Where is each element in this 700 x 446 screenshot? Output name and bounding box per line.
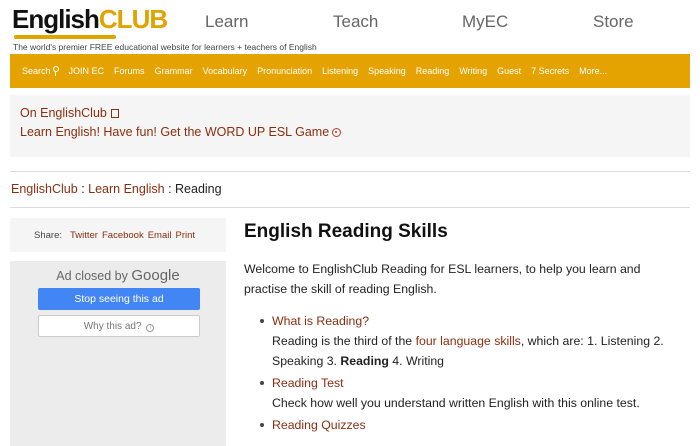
promo-on-englishclub-label[interactable]: On EnglishClub: [20, 106, 107, 120]
menu-item-pronunciation[interactable]: Pronunciation: [257, 66, 312, 76]
logo-club-text[interactable]: CLUB: [99, 4, 168, 34]
menu-item-forums[interactable]: Forums: [114, 66, 145, 76]
external-box-icon: [110, 109, 119, 118]
target-icon: [332, 128, 342, 137]
breadcrumb-current: Reading: [175, 182, 222, 196]
breadcrumb: EnglishClub : Learn English : Reading: [11, 182, 222, 196]
breadcrumb-learn-english[interactable]: Learn English: [88, 182, 164, 196]
tagline: The world's premier FREE educational web…: [13, 42, 317, 52]
reading-quizzes-link[interactable]: Reading Quizzes: [272, 415, 688, 435]
menu-item-search-label[interactable]: Search: [22, 66, 51, 76]
search-icon[interactable]: [52, 66, 59, 76]
description-bold-text: Reading: [340, 354, 389, 368]
info-icon[interactable]: i: [146, 324, 155, 332]
google-wordmark: Google: [131, 267, 180, 284]
stop-seeing-ad-button[interactable]: Stop seeing this ad: [38, 288, 200, 310]
description-text: 4. Writing: [388, 354, 445, 368]
menu-item-reading[interactable]: Reading: [416, 66, 450, 76]
share-label: Share:: [34, 229, 62, 241]
ad-closed-message: Ad closed by Google: [10, 267, 226, 284]
reading-test-link[interactable]: Reading Test: [272, 373, 688, 393]
promo-on-englishclub[interactable]: On EnglishClub: [20, 106, 119, 120]
englishclub-logo[interactable]: EnglishCLUB: [12, 4, 168, 35]
why-this-ad-label[interactable]: Why this ad?: [84, 321, 142, 332]
menu-item-speaking[interactable]: Speaking: [368, 66, 406, 76]
breadcrumb-separator: :: [77, 182, 89, 196]
description-text: Reading is the third of the: [272, 334, 416, 348]
menu-item-grammar[interactable]: Grammar: [155, 66, 193, 76]
share-bar: Share: Twitter Facebook Email Print: [10, 218, 226, 252]
list-item-description: Check how well you understand written En…: [272, 396, 640, 410]
breadcrumb-separator: :: [164, 182, 176, 196]
share-facebook-link[interactable]: Facebook: [102, 230, 144, 241]
menu-item-more[interactable]: More...: [579, 66, 607, 76]
menu-item-search[interactable]: Search: [22, 66, 59, 76]
content-list: What is Reading? Reading is the third of…: [258, 311, 688, 437]
topnav-myec[interactable]: MyEC: [462, 12, 508, 32]
menu-item-vocabulary[interactable]: Vocabulary: [203, 66, 248, 76]
list-item: What is Reading? Reading is the third of…: [258, 311, 688, 371]
page-title: English Reading Skills: [244, 221, 448, 242]
logo-english-text[interactable]: English: [12, 4, 100, 34]
site-header: EnglishCLUB The world's premier FREE edu…: [0, 0, 700, 54]
share-email-link[interactable]: Email: [148, 230, 172, 241]
logo-underline: [14, 35, 116, 39]
ad-closed-text: Ad closed by: [56, 269, 128, 283]
share-print-link[interactable]: Print: [175, 230, 195, 241]
intro-paragraph: Welcome to EnglishClub Reading for ESL l…: [244, 262, 641, 296]
why-this-ad-button[interactable]: Why this ad? i: [38, 315, 200, 337]
divider: [10, 207, 690, 208]
main-menu-bar: Search JOIN EC Forums Grammar Vocabulary…: [10, 54, 690, 88]
menu-item-guest[interactable]: Guest: [497, 66, 521, 76]
divider: [10, 171, 690, 172]
ad-closed-panel: Ad closed by Google Stop seeing this ad …: [10, 261, 226, 446]
topnav-store[interactable]: Store: [593, 12, 634, 32]
promo-word-up-label[interactable]: Learn English! Have fun! Get the WORD UP…: [20, 125, 329, 139]
list-item: Reading Quizzes: [258, 415, 688, 435]
menu-item-join-ec[interactable]: JOIN EC: [69, 66, 105, 76]
menu-item-7-secrets[interactable]: 7 Secrets: [531, 66, 569, 76]
topnav-learn[interactable]: Learn: [205, 12, 248, 32]
list-item-description: Reading is the third of the four languag…: [272, 331, 688, 371]
promo-word-up-game[interactable]: Learn English! Have fun! Get the WORD UP…: [20, 125, 342, 139]
promo-box: On EnglishClub Learn English! Have fun! …: [10, 95, 690, 157]
four-language-skills-link[interactable]: four language skills: [416, 334, 521, 348]
breadcrumb-home[interactable]: EnglishClub: [11, 182, 78, 196]
menu-item-writing[interactable]: Writing: [459, 66, 487, 76]
topnav-teach[interactable]: Teach: [333, 12, 378, 32]
share-twitter-link[interactable]: Twitter: [70, 230, 98, 241]
what-is-reading-link[interactable]: What is Reading?: [272, 311, 688, 331]
list-item: Reading Test Check how well you understa…: [258, 373, 688, 413]
menu-item-listening[interactable]: Listening: [322, 66, 358, 76]
